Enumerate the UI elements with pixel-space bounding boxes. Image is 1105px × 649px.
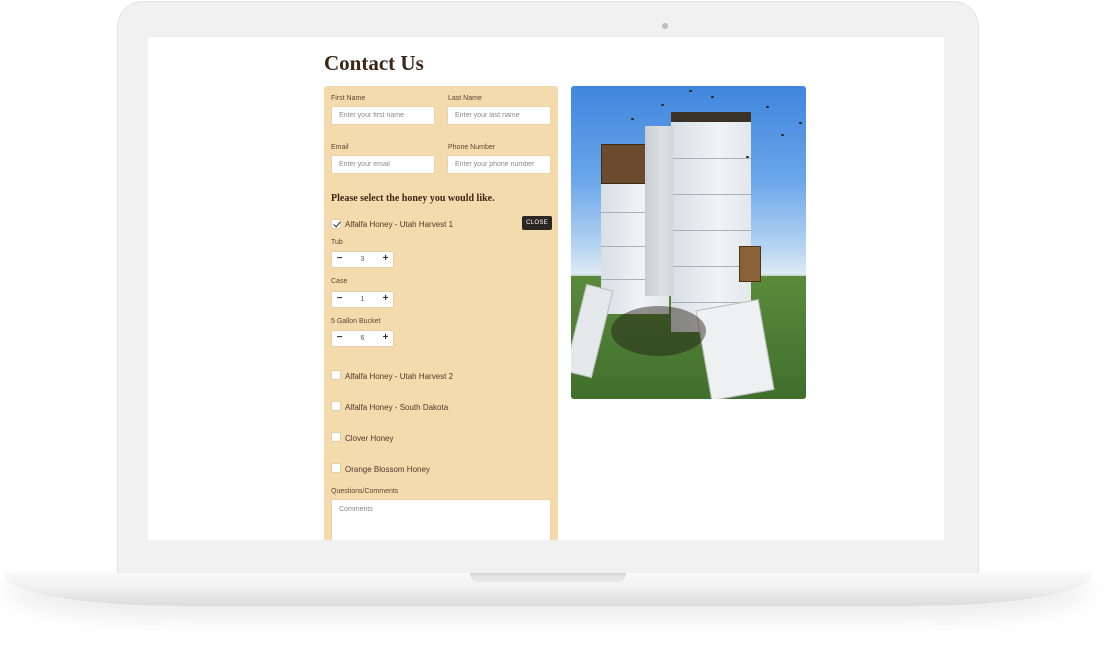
screen: Contact Us First Name Last Name Email Ph…	[148, 37, 944, 540]
checkbox-clover[interactable]	[331, 432, 341, 442]
option-label-alfalfa-utah-2: Alfalfa Honey - Utah Harvest 2	[345, 372, 454, 381]
page-title: Contact Us	[324, 51, 424, 75]
comments-label: Questions/Comments	[331, 488, 399, 495]
option-label-alfalfa-south-dakota: Alfalfa Honey - South Dakota	[345, 403, 449, 412]
bucket-quantity-stepper: − 6 +	[331, 330, 394, 347]
comments-textarea[interactable]	[331, 499, 551, 540]
last-name-input[interactable]	[447, 106, 551, 125]
tub-label: Tub	[331, 239, 343, 246]
bucket-quantity-value[interactable]: 6	[347, 331, 378, 346]
first-name-label: First Name	[331, 95, 366, 102]
tub-quantity-value[interactable]: 3	[347, 252, 378, 267]
contact-form: First Name Last Name Email Phone Number …	[324, 86, 558, 540]
first-name-input[interactable]	[331, 106, 435, 125]
option-label-clover: Clover Honey	[345, 434, 394, 443]
checkbox-alfalfa-utah-2[interactable]	[331, 370, 341, 380]
bucket-label: 5 Gallon Bucket	[331, 318, 381, 325]
tub-quantity-stepper: − 3 +	[331, 251, 394, 268]
phone-label: Phone Number	[448, 144, 496, 151]
honey-section-heading: Please select the honey you would like.	[331, 193, 495, 204]
email-input[interactable]	[331, 155, 435, 174]
plus-icon[interactable]: +	[378, 252, 393, 267]
option-label-alfalfa-utah-1: Alfalfa Honey - Utah Harvest 1	[345, 220, 454, 229]
checkbox-alfalfa-south-dakota[interactable]	[331, 401, 341, 411]
beehive-photo	[571, 86, 806, 399]
minus-icon[interactable]: −	[332, 252, 347, 267]
camera-icon	[662, 23, 668, 29]
case-label: Case	[331, 278, 348, 285]
plus-icon[interactable]: +	[378, 292, 393, 307]
phone-input[interactable]	[447, 155, 551, 174]
case-quantity-value[interactable]: 1	[347, 292, 378, 307]
plus-icon[interactable]: +	[378, 331, 393, 346]
laptop-notch	[470, 573, 626, 582]
checkbox-orange-blossom[interactable]	[331, 463, 341, 473]
minus-icon[interactable]: −	[332, 331, 347, 346]
checkbox-alfalfa-utah-1[interactable]	[331, 219, 341, 229]
last-name-label: Last Name	[448, 95, 482, 102]
option-label-orange-blossom: Orange Blossom Honey	[345, 465, 430, 474]
minus-icon[interactable]: −	[332, 292, 347, 307]
case-quantity-stepper: − 1 +	[331, 291, 394, 308]
email-label: Email	[331, 144, 349, 151]
close-button[interactable]: CLOSE	[522, 216, 552, 230]
